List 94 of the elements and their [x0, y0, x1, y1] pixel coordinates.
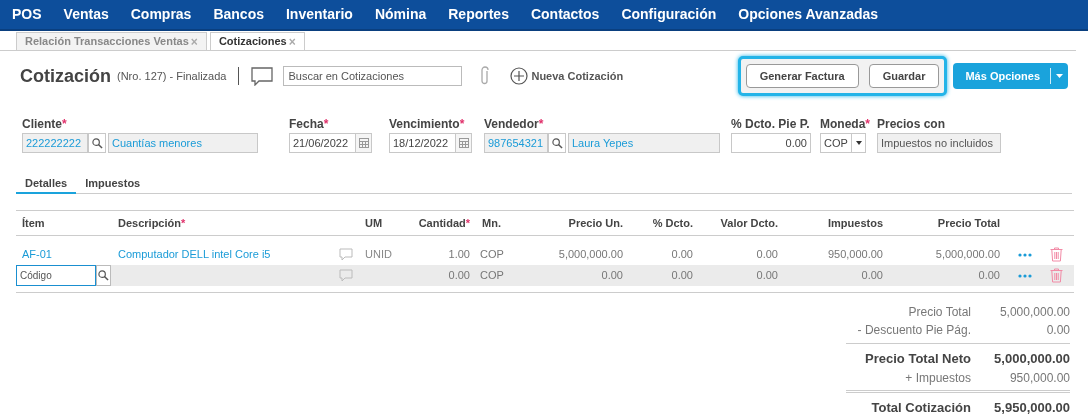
currency-cell-text: COP — [479, 268, 505, 284]
new-quote-button[interactable]: Nueva Cotización — [510, 67, 624, 85]
total-value: 5,950,000.00 — [993, 398, 1070, 414]
field-label: Fecha — [289, 117, 324, 131]
required-mark: * — [323, 117, 329, 131]
section-tab[interactable]: Impuestos — [76, 175, 150, 194]
search-icon — [91, 137, 103, 149]
column-header: Valor Dcto. — [720, 215, 778, 231]
more-icon[interactable] — [1018, 252, 1032, 257]
comment-icon[interactable] — [251, 66, 274, 86]
unit-price-cell-text: 0.00 — [600, 268, 624, 284]
date-value: 21/06/2022 — [293, 135, 349, 151]
currency-value: COP — [824, 135, 848, 151]
date-field[interactable]: 21/06/2022 — [289, 133, 372, 153]
calendar-icon — [358, 138, 369, 148]
column-header: Ítem — [22, 215, 45, 231]
search-icon — [551, 137, 563, 149]
caret-icon — [855, 141, 862, 145]
total-value: 950,000.00 — [1008, 369, 1070, 387]
nav-link[interactable]: Inventario — [286, 4, 353, 25]
nav-link[interactable]: Ventas — [63, 4, 109, 25]
field-label: Precios con — [877, 117, 946, 131]
nav-link[interactable]: Compras — [130, 4, 192, 25]
column-header: Impuestos — [828, 215, 883, 231]
nav-link[interactable]: Reportes — [448, 4, 509, 25]
column-header: Descripción — [118, 215, 181, 231]
section-tab[interactable]: Detalles — [16, 175, 77, 194]
discount-cell-text: 0.00 — [670, 247, 694, 263]
nav-link[interactable]: Configuración — [621, 4, 717, 25]
nav-link[interactable]: Bancos — [213, 4, 264, 25]
date-field[interactable]: 18/12/2022 — [389, 133, 472, 153]
discount-value-cell-text: 0.00 — [755, 268, 779, 284]
lookup-button[interactable] — [548, 133, 566, 153]
date-value: 18/12/2022 — [393, 135, 449, 151]
total-label: Precio Total Neto — [864, 350, 971, 368]
column-header: UM — [365, 215, 383, 231]
trash-icon[interactable] — [1050, 247, 1063, 262]
column-header: Precio Total — [937, 215, 1000, 231]
required-mark: * — [459, 117, 465, 131]
total-label: - Descuento Pie Pág. — [856, 322, 971, 339]
required-mark: * — [865, 117, 870, 131]
total-value: 5,000,000.00 — [993, 350, 1070, 368]
column-header: % Dcto. — [652, 215, 693, 231]
lookup-button[interactable] — [96, 265, 111, 286]
trash-icon[interactable] — [1050, 268, 1063, 283]
total-label: + Impuestos — [904, 369, 971, 387]
unit-cell-text: UNID — [364, 247, 393, 263]
calendar-icon — [458, 138, 469, 148]
unit-price-cell-text: 5,000,000.00 — [557, 247, 624, 263]
search-icon — [98, 270, 109, 281]
field-label: Cliente — [22, 117, 62, 131]
nav-link[interactable]: Nómina — [374, 4, 427, 25]
caret-icon — [1056, 74, 1063, 78]
lookup-button[interactable] — [88, 133, 106, 153]
required-mark: * — [538, 117, 544, 131]
currency-select[interactable]: COP — [820, 133, 866, 153]
document-tab[interactable]: Cotizaciones × — [209, 32, 305, 50]
total-value: 0.00 — [1045, 322, 1070, 339]
more-icon[interactable] — [1018, 273, 1032, 278]
column-header: Mn. — [482, 215, 501, 231]
column-header: Precio Un. — [568, 215, 623, 231]
action-button[interactable]: Guardar — [868, 64, 940, 88]
total-label: Total Cotización — [870, 398, 971, 414]
field-label: Vencimiento — [389, 117, 460, 131]
total-value: 5,000,000.00 — [998, 304, 1070, 321]
paperclip-icon[interactable] — [480, 66, 491, 86]
total-price-cell-text: 0.00 — [977, 268, 1001, 284]
field-label: Moneda — [820, 117, 866, 131]
column-header: Cantidad — [418, 215, 466, 231]
total-label: Precio Total — [907, 304, 971, 321]
required-mark: * — [62, 117, 67, 131]
total-price-cell-text: 5,000,000.00 — [934, 247, 1001, 263]
tax-cell-text: 950,000.00 — [826, 247, 884, 263]
quantity-cell-text: 1.00 — [447, 247, 471, 263]
code-input[interactable]: Código — [16, 265, 96, 286]
discount-value-cell-text: 0.00 — [755, 247, 779, 263]
required-mark: * — [465, 215, 470, 231]
search-field[interactable]: Buscar en Cotizaciones — [283, 66, 463, 86]
field-label: % Dcto. Pie P. — [731, 117, 810, 131]
required-mark: * — [180, 215, 186, 231]
page-title: Cotización — [20, 64, 111, 88]
nav-link[interactable]: Opciones Avanzadas — [738, 4, 879, 25]
currency-cell-text: COP — [479, 247, 505, 263]
quantity-cell-text: 0.00 — [447, 268, 471, 284]
field-label: Vendedor — [484, 117, 539, 131]
nav-link[interactable]: POS — [12, 4, 42, 25]
discount-cell-text: 0.00 — [670, 268, 694, 284]
nav-link[interactable]: Contactos — [530, 4, 600, 25]
discount-field[interactable]: 0.00 — [731, 133, 811, 153]
document-status: (Nro. 127) - Finalizada — [117, 68, 227, 84]
prices-field: Impuestos no incluidos — [877, 133, 1001, 153]
tax-cell-text: 0.00 — [860, 268, 884, 284]
plus-circle-icon — [510, 67, 529, 85]
action-button[interactable]: Generar Factura — [745, 64, 859, 88]
